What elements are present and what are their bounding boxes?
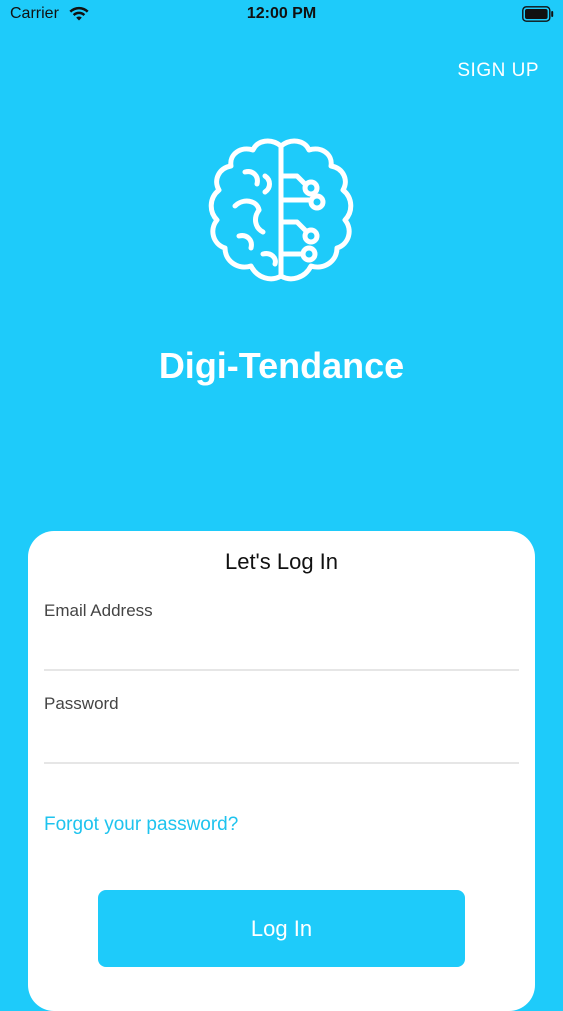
forgot-password-link[interactable]: Forgot your password? xyxy=(44,814,238,836)
email-label: Email Address xyxy=(44,601,153,620)
login-card: Let's Log In Email Address Password Forg… xyxy=(28,531,535,1011)
login-card-title: Let's Log In xyxy=(224,549,339,574)
battery-icon xyxy=(522,6,554,22)
brain-circuit-icon xyxy=(208,138,354,282)
sign-up-button[interactable]: SIGN UP xyxy=(457,60,539,82)
status-bar: Carrier 12:00 PM xyxy=(0,0,563,30)
status-time: 12:00 PM xyxy=(246,5,317,22)
password-field[interactable] xyxy=(44,726,519,764)
app-title: Digi-Tendance xyxy=(158,345,405,386)
login-button[interactable]: Log In xyxy=(98,890,465,967)
password-label: Password xyxy=(44,694,119,713)
email-field[interactable] xyxy=(44,633,519,671)
